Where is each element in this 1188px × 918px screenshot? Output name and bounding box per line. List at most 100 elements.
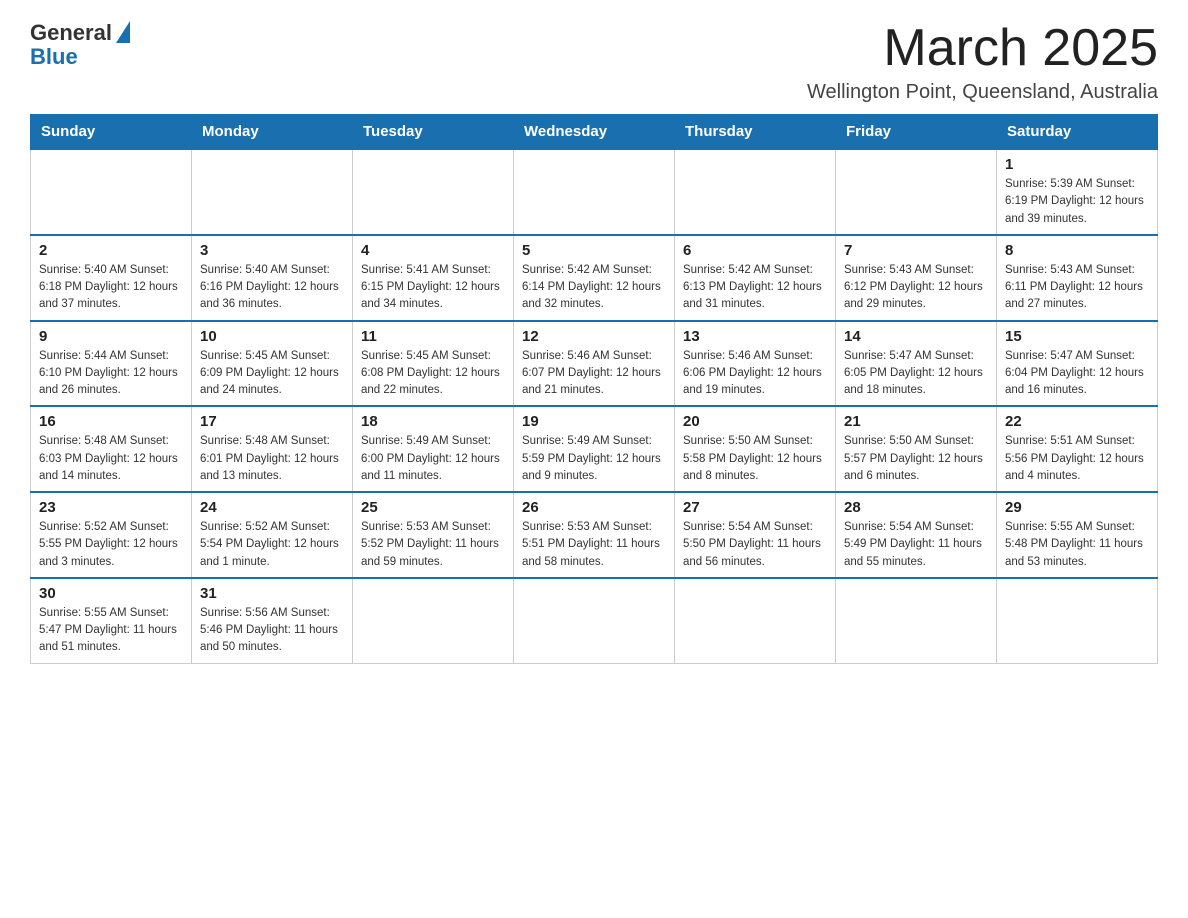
calendar-cell — [675, 149, 836, 235]
day-info: Sunrise: 5:42 AM Sunset: 6:13 PM Dayligh… — [683, 262, 827, 314]
day-info: Sunrise: 5:50 AM Sunset: 5:58 PM Dayligh… — [683, 433, 827, 485]
day-number: 8 — [1005, 242, 1149, 259]
calendar-cell — [836, 578, 997, 663]
calendar-cell: 10 Sunrise: 5:45 AM Sunset: 6:09 PM Dayli… — [192, 321, 353, 407]
calendar-cell: 3Sunrise: 5:40 AM Sunset: 6:16 PM Daylig… — [192, 235, 353, 321]
day-info: Sunrise: 5:49 AM Sunset: 6:00 PM Dayligh… — [361, 433, 505, 485]
day-number: 3 — [200, 242, 344, 259]
day-info: Sunrise: 5:45 AM Sunset: 6:08 PM Dayligh… — [361, 348, 505, 400]
day-number: 12 — [522, 328, 666, 345]
day-info: Sunrise: 5:43 AM Sunset: 6:12 PM Dayligh… — [844, 262, 988, 314]
weekday-header-thursday: Thursday — [675, 115, 836, 150]
weekday-header-saturday: Saturday — [997, 115, 1158, 150]
week-row-0: 1 Sunrise: 5:39 AM Sunset: 6:19 PM Daylig… — [31, 149, 1158, 235]
day-info: Sunrise: 5:45 AM Sunset: 6:09 PM Dayligh… — [200, 348, 344, 400]
day-number: 26 — [522, 499, 666, 516]
day-info: Sunrise: 5:46 AM Sunset: 6:07 PM Dayligh… — [522, 348, 666, 400]
weekday-header-friday: Friday — [836, 115, 997, 150]
calendar-cell: 13Sunrise: 5:46 AM Sunset: 6:06 PM Dayli… — [675, 321, 836, 407]
day-info: Sunrise: 5:46 AM Sunset: 6:06 PM Dayligh… — [683, 348, 827, 400]
week-row-5: 30Sunrise: 5:55 AM Sunset: 5:47 PM Dayli… — [31, 578, 1158, 663]
calendar-cell: 16Sunrise: 5:48 AM Sunset: 6:03 PM Dayli… — [31, 406, 192, 492]
calendar-cell: 20 Sunrise: 5:50 AM Sunset: 5:58 PM Dayli… — [675, 406, 836, 492]
calendar-cell: 24 Sunrise: 5:52 AM Sunset: 5:54 PM Dayli… — [192, 492, 353, 578]
calendar-cell — [514, 578, 675, 663]
weekday-header-tuesday: Tuesday — [353, 115, 514, 150]
week-row-2: 9 Sunrise: 5:44 AM Sunset: 6:10 PM Daylig… — [31, 321, 1158, 407]
calendar-cell — [31, 149, 192, 235]
calendar-cell — [353, 578, 514, 663]
calendar-cell — [836, 149, 997, 235]
calendar-cell: 19 Sunrise: 5:49 AM Sunset: 5:59 PM Dayli… — [514, 406, 675, 492]
calendar-cell: 4 Sunrise: 5:41 AM Sunset: 6:15 PM Daylig… — [353, 235, 514, 321]
week-row-4: 23 Sunrise: 5:52 AM Sunset: 5:55 PM Dayli… — [31, 492, 1158, 578]
day-number: 14 — [844, 328, 988, 345]
calendar-cell: 17Sunrise: 5:48 AM Sunset: 6:01 PM Dayli… — [192, 406, 353, 492]
calendar-cell: 21Sunrise: 5:50 AM Sunset: 5:57 PM Dayli… — [836, 406, 997, 492]
day-info: Sunrise: 5:41 AM Sunset: 6:15 PM Dayligh… — [361, 262, 505, 314]
calendar-cell: 27 Sunrise: 5:54 AM Sunset: 5:50 PM Dayli… — [675, 492, 836, 578]
calendar-cell — [997, 578, 1158, 663]
calendar-cell: 14 Sunrise: 5:47 AM Sunset: 6:05 PM Dayli… — [836, 321, 997, 407]
page-header: General Blue March 2025 Wellington Point… — [30, 20, 1158, 104]
day-number: 31 — [200, 585, 344, 602]
day-info: Sunrise: 5:44 AM Sunset: 6:10 PM Dayligh… — [39, 348, 183, 400]
weekday-header-sunday: Sunday — [31, 115, 192, 150]
day-number: 16 — [39, 413, 183, 430]
day-info: Sunrise: 5:47 AM Sunset: 6:04 PM Dayligh… — [1005, 348, 1149, 400]
calendar-table: SundayMondayTuesdayWednesdayThursdayFrid… — [30, 114, 1158, 664]
day-info: Sunrise: 5:56 AM Sunset: 5:46 PM Dayligh… — [200, 605, 344, 657]
calendar-cell: 11 Sunrise: 5:45 AM Sunset: 6:08 PM Dayli… — [353, 321, 514, 407]
day-number: 21 — [844, 413, 988, 430]
day-number: 10 — [200, 328, 344, 345]
day-info: Sunrise: 5:53 AM Sunset: 5:52 PM Dayligh… — [361, 519, 505, 571]
weekday-header-monday: Monday — [192, 115, 353, 150]
day-number: 23 — [39, 499, 183, 516]
day-number: 27 — [683, 499, 827, 516]
logo-triangle-icon — [116, 21, 130, 43]
day-info: Sunrise: 5:49 AM Sunset: 5:59 PM Dayligh… — [522, 433, 666, 485]
calendar-cell — [675, 578, 836, 663]
calendar-cell: 23 Sunrise: 5:52 AM Sunset: 5:55 PM Dayli… — [31, 492, 192, 578]
title-section: March 2025 Wellington Point, Queensland,… — [807, 20, 1158, 104]
day-info: Sunrise: 5:43 AM Sunset: 6:11 PM Dayligh… — [1005, 262, 1149, 314]
day-number: 9 — [39, 328, 183, 345]
logo-general-text: General — [30, 20, 112, 46]
day-info: Sunrise: 5:54 AM Sunset: 5:50 PM Dayligh… — [683, 519, 827, 571]
calendar-cell: 2Sunrise: 5:40 AM Sunset: 6:18 PM Daylig… — [31, 235, 192, 321]
calendar-cell: 5Sunrise: 5:42 AM Sunset: 6:14 PM Daylig… — [514, 235, 675, 321]
calendar-cell: 29Sunrise: 5:55 AM Sunset: 5:48 PM Dayli… — [997, 492, 1158, 578]
day-info: Sunrise: 5:52 AM Sunset: 5:54 PM Dayligh… — [200, 519, 344, 571]
calendar-cell: 28Sunrise: 5:54 AM Sunset: 5:49 PM Dayli… — [836, 492, 997, 578]
weekday-header-wednesday: Wednesday — [514, 115, 675, 150]
day-info: Sunrise: 5:52 AM Sunset: 5:55 PM Dayligh… — [39, 519, 183, 571]
day-number: 25 — [361, 499, 505, 516]
day-number: 11 — [361, 328, 505, 345]
calendar-cell: 7 Sunrise: 5:43 AM Sunset: 6:12 PM Daylig… — [836, 235, 997, 321]
calendar-cell — [353, 149, 514, 235]
day-number: 5 — [522, 242, 666, 259]
calendar-cell: 26Sunrise: 5:53 AM Sunset: 5:51 PM Dayli… — [514, 492, 675, 578]
day-number: 24 — [200, 499, 344, 516]
calendar-cell: 9 Sunrise: 5:44 AM Sunset: 6:10 PM Daylig… — [31, 321, 192, 407]
day-number: 22 — [1005, 413, 1149, 430]
calendar-cell — [192, 149, 353, 235]
day-number: 1 — [1005, 156, 1149, 173]
day-number: 30 — [39, 585, 183, 602]
day-number: 20 — [683, 413, 827, 430]
day-number: 7 — [844, 242, 988, 259]
day-number: 29 — [1005, 499, 1149, 516]
weekday-header-row: SundayMondayTuesdayWednesdayThursdayFrid… — [31, 115, 1158, 150]
calendar-cell: 8 Sunrise: 5:43 AM Sunset: 6:11 PM Daylig… — [997, 235, 1158, 321]
day-info: Sunrise: 5:39 AM Sunset: 6:19 PM Dayligh… — [1005, 176, 1149, 228]
day-info: Sunrise: 5:47 AM Sunset: 6:05 PM Dayligh… — [844, 348, 988, 400]
calendar-cell: 22 Sunrise: 5:51 AM Sunset: 5:56 PM Dayli… — [997, 406, 1158, 492]
day-info: Sunrise: 5:51 AM Sunset: 5:56 PM Dayligh… — [1005, 433, 1149, 485]
calendar-cell: 18Sunrise: 5:49 AM Sunset: 6:00 PM Dayli… — [353, 406, 514, 492]
day-number: 28 — [844, 499, 988, 516]
day-number: 2 — [39, 242, 183, 259]
day-number: 19 — [522, 413, 666, 430]
day-number: 4 — [361, 242, 505, 259]
calendar-cell: 15Sunrise: 5:47 AM Sunset: 6:04 PM Dayli… — [997, 321, 1158, 407]
day-info: Sunrise: 5:48 AM Sunset: 6:01 PM Dayligh… — [200, 433, 344, 485]
